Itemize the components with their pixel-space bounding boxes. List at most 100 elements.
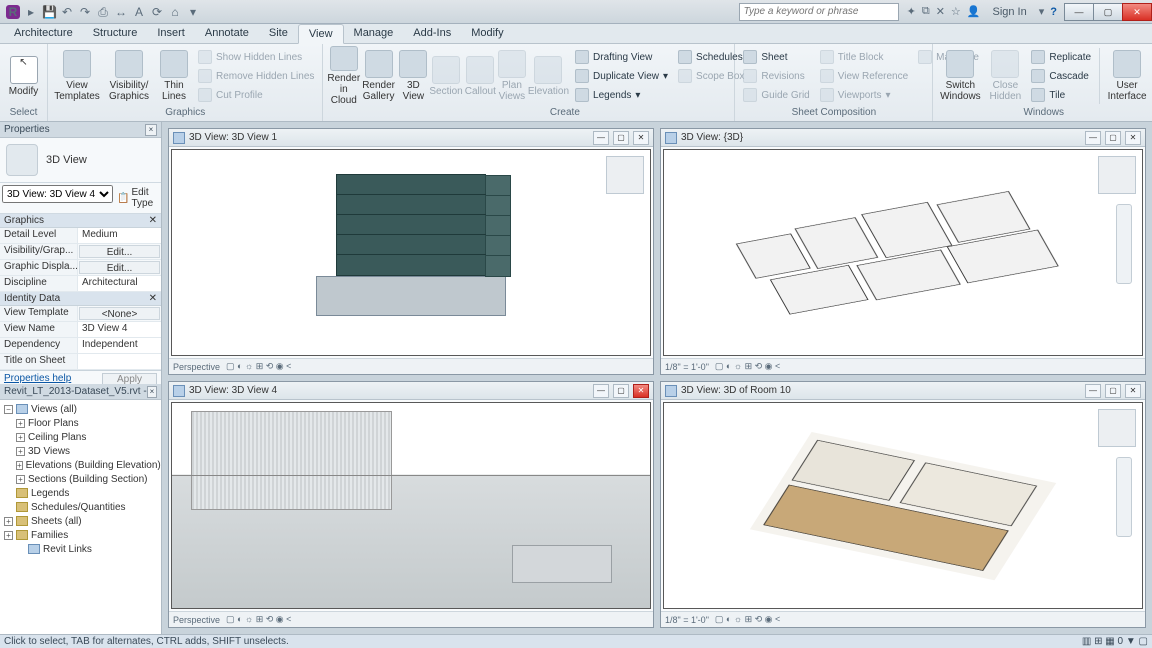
render-cloud-button[interactable]: Render in Cloud bbox=[327, 46, 360, 106]
tab-annotate[interactable]: Annotate bbox=[195, 24, 259, 43]
tree-floor-plans[interactable]: +Floor Plans bbox=[2, 416, 159, 430]
tree-revit-links[interactable]: Revit Links bbox=[2, 542, 159, 556]
elevation-button[interactable]: Elevation bbox=[528, 46, 569, 106]
tab-modify[interactable]: Modify bbox=[461, 24, 513, 43]
tab-architecture[interactable]: Architecture bbox=[4, 24, 83, 43]
section-graphics[interactable]: Graphics✕ bbox=[0, 214, 161, 228]
app-logo-icon[interactable]: R bbox=[6, 5, 20, 19]
viewport-1[interactable]: 3D View: 3D View 1—▢✕ Perspective▢ ◐ ☼ ⊞… bbox=[168, 128, 654, 375]
browser-close-icon[interactable]: × bbox=[147, 386, 157, 398]
vp-close-button[interactable]: ✕ bbox=[1125, 384, 1141, 398]
nav-bar[interactable] bbox=[1116, 204, 1132, 284]
qat-redo-icon[interactable]: ↷ bbox=[78, 5, 92, 19]
close-hidden-button[interactable]: Close Hidden bbox=[985, 46, 1025, 106]
plan-views-button[interactable]: Plan Views bbox=[498, 46, 526, 106]
tree-sheets[interactable]: +Sheets (all) bbox=[2, 514, 159, 528]
view-templates-button[interactable]: View Templates bbox=[52, 46, 102, 106]
view-controls[interactable]: ▢ ◐ ☼ ⊞ ⟲ ◉ < bbox=[226, 361, 291, 372]
tree-elevations[interactable]: +Elevations (Building Elevation) bbox=[2, 458, 159, 472]
vp-min-button[interactable]: — bbox=[593, 384, 609, 398]
tree-views[interactable]: −Views (all) bbox=[2, 402, 159, 416]
apply-button[interactable]: Apply bbox=[102, 373, 157, 384]
viewport-canvas[interactable] bbox=[663, 402, 1143, 609]
view-cube[interactable] bbox=[1098, 156, 1136, 194]
view-mode[interactable]: Perspective bbox=[173, 362, 220, 372]
sign-in-button[interactable]: Sign In bbox=[986, 6, 1032, 18]
close-button[interactable]: ✕ bbox=[1122, 3, 1152, 21]
viewport-canvas[interactable] bbox=[171, 402, 651, 609]
user-interface-button[interactable]: User Interface bbox=[1104, 46, 1150, 106]
tab-site[interactable]: Site bbox=[259, 24, 298, 43]
view-name-value[interactable]: 3D View 4 bbox=[78, 322, 161, 337]
view-cube[interactable] bbox=[606, 156, 644, 194]
vp-close-button[interactable]: ✕ bbox=[633, 384, 649, 398]
drafting-view-button[interactable]: Drafting View bbox=[571, 48, 672, 66]
maximize-button[interactable]: ▢ bbox=[1093, 3, 1123, 21]
vp-max-button[interactable]: ▢ bbox=[1105, 384, 1121, 398]
replicate-button[interactable]: Replicate bbox=[1027, 48, 1095, 66]
visibility-edit-button[interactable]: Edit... bbox=[79, 245, 160, 258]
tile-button[interactable]: Tile bbox=[1027, 86, 1095, 104]
signin-dropdown-icon[interactable]: ▾ bbox=[1039, 5, 1045, 18]
vp-max-button[interactable]: ▢ bbox=[613, 384, 629, 398]
view-template-value[interactable]: <None> bbox=[79, 307, 160, 320]
vp-max-button[interactable]: ▢ bbox=[613, 131, 629, 145]
qat-more-icon[interactable]: ▾ bbox=[186, 5, 200, 19]
properties-close-icon[interactable]: × bbox=[145, 124, 157, 136]
tab-manage[interactable]: Manage bbox=[344, 24, 404, 43]
qat-undo-icon[interactable]: ↶ bbox=[60, 5, 74, 19]
status-right-controls[interactable]: ▥ ⊞ ▦ 0 ▼ ▢ bbox=[1082, 636, 1148, 647]
view-scale[interactable]: 1/8" = 1'-0" bbox=[665, 615, 709, 625]
modify-button[interactable]: ↖ Modify bbox=[4, 46, 43, 106]
tree-3d-views[interactable]: +3D Views bbox=[2, 444, 159, 458]
edit-type-button[interactable]: 📋Edit Type bbox=[115, 185, 159, 211]
duplicate-view-button[interactable]: Duplicate View ▾ bbox=[571, 67, 672, 85]
vp-close-button[interactable]: ✕ bbox=[633, 131, 649, 145]
view-mode[interactable]: Perspective bbox=[173, 615, 220, 625]
tab-view[interactable]: View bbox=[298, 24, 344, 44]
section-identity[interactable]: Identity Data✕ bbox=[0, 292, 161, 306]
3d-view-button[interactable]: 3D View bbox=[399, 46, 427, 106]
view-controls[interactable]: ▢ ◐ ☼ ⊞ ⟲ ◉ < bbox=[715, 614, 780, 625]
qat-align-icon[interactable]: A bbox=[132, 5, 146, 19]
tree-ceiling-plans[interactable]: +Ceiling Plans bbox=[2, 430, 159, 444]
vp-min-button[interactable]: — bbox=[593, 131, 609, 145]
viewport-2[interactable]: 3D View: {3D}—▢✕ 1/8" = 1'-0"▢ ◐ ☼ ⊞ ⟲ ◉… bbox=[660, 128, 1146, 375]
qat-print-icon[interactable]: ⎙ bbox=[96, 5, 110, 19]
switch-windows-button[interactable]: Switch Windows bbox=[937, 46, 983, 106]
vp-min-button[interactable]: — bbox=[1085, 384, 1101, 398]
thin-lines-button[interactable]: Thin Lines bbox=[156, 46, 192, 106]
user-icon[interactable]: 👤 bbox=[967, 5, 981, 18]
vp-min-button[interactable]: — bbox=[1085, 131, 1101, 145]
qat-save-icon[interactable]: 💾 bbox=[42, 5, 56, 19]
subscription-icon[interactable]: ⧉ bbox=[922, 5, 930, 18]
legends-button[interactable]: Legends ▾ bbox=[571, 86, 672, 104]
view-controls[interactable]: ▢ ◐ ☼ ⊞ ⟲ ◉ < bbox=[715, 361, 780, 372]
nav-bar[interactable] bbox=[1116, 457, 1132, 537]
properties-help-link[interactable]: Properties help bbox=[4, 373, 71, 384]
infocenter-icon[interactable]: ✦ bbox=[907, 5, 916, 18]
instance-selector[interactable]: 3D View: 3D View 4 bbox=[2, 185, 113, 203]
render-gallery-button[interactable]: Render Gallery bbox=[362, 46, 395, 106]
tree-legends[interactable]: Legends bbox=[2, 486, 159, 500]
graphic-display-edit-button[interactable]: Edit... bbox=[79, 261, 160, 274]
tree-sections[interactable]: +Sections (Building Section) bbox=[2, 472, 159, 486]
vp-max-button[interactable]: ▢ bbox=[1105, 131, 1121, 145]
qat-measure-icon[interactable]: ↔ bbox=[114, 5, 128, 19]
view-controls[interactable]: ▢ ◐ ☼ ⊞ ⟲ ◉ < bbox=[226, 614, 291, 625]
view-scale[interactable]: 1/8" = 1'-0" bbox=[665, 362, 709, 372]
tab-insert[interactable]: Insert bbox=[147, 24, 195, 43]
tab-structure[interactable]: Structure bbox=[83, 24, 148, 43]
discipline-value[interactable]: Architectural bbox=[78, 276, 161, 291]
qat-open-icon[interactable]: ▸ bbox=[24, 5, 38, 19]
minimize-button[interactable]: — bbox=[1064, 3, 1094, 21]
favorite-icon[interactable]: ☆ bbox=[951, 5, 961, 18]
tree-schedules[interactable]: Schedules/Quantities bbox=[2, 500, 159, 514]
sheet-button[interactable]: Sheet bbox=[739, 48, 813, 66]
help-icon[interactable]: ? bbox=[1050, 6, 1057, 18]
viewport-4[interactable]: 3D View: 3D of Room 10—▢✕ 1/8" = 1'-0"▢ … bbox=[660, 381, 1146, 628]
viewport-canvas[interactable] bbox=[663, 149, 1143, 356]
vp-close-button[interactable]: ✕ bbox=[1125, 131, 1141, 145]
tree-families[interactable]: +Families bbox=[2, 528, 159, 542]
tab-addins[interactable]: Add-Ins bbox=[403, 24, 461, 43]
